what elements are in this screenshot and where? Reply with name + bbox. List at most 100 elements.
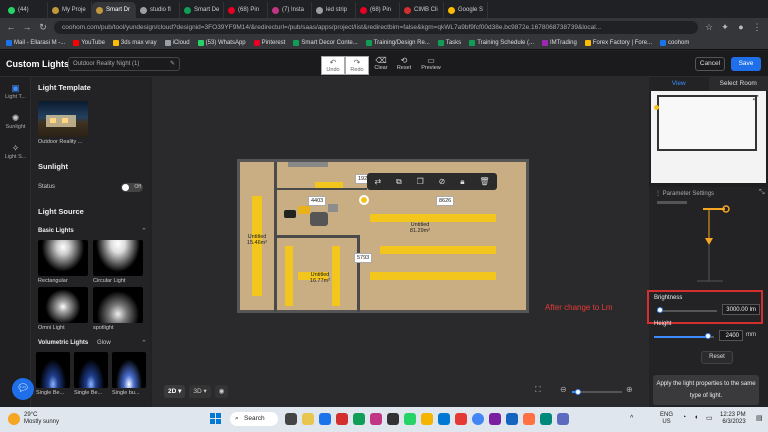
expand-icon[interactable]: ⤢ [753, 95, 759, 103]
whatsapp-icon[interactable] [404, 413, 416, 425]
zoom-in-icon[interactable]: ⊕ [626, 385, 633, 394]
bookmark-item[interactable]: Tasks [437, 39, 461, 46]
dropbox-icon[interactable] [319, 413, 331, 425]
duplicate-icon[interactable]: ❐ [417, 177, 424, 186]
view-2d-button[interactable]: 2D ▾ [164, 385, 186, 398]
browser-tab[interactable]: (7) Insta [268, 2, 312, 18]
taskbar-search[interactable]: ⌕ Search [230, 412, 278, 426]
undo-button[interactable]: ↶ Undo [321, 56, 345, 75]
tab-view[interactable]: View [649, 77, 709, 91]
fit-icon[interactable]: ⛶ [535, 385, 541, 395]
app-icon[interactable] [370, 413, 382, 425]
reload-icon[interactable]: ↻ [38, 22, 48, 33]
bookmark-item[interactable]: YouTube [73, 39, 105, 46]
cancel-button[interactable]: Cancel [695, 57, 725, 71]
bookmark-item[interactable]: Training/Design Re... [365, 39, 430, 46]
collapse-icon[interactable]: ⌃ [141, 227, 147, 235]
app-icon[interactable] [489, 413, 501, 425]
browser-tab[interactable]: led strip [312, 2, 356, 18]
volume-icon[interactable]: ◖ [694, 414, 698, 421]
back-icon[interactable]: ← [6, 22, 16, 32]
profile-icon[interactable]: ● [736, 22, 746, 32]
collapse-icon[interactable]: ⤡ [759, 189, 765, 197]
chrome-icon[interactable] [472, 413, 484, 425]
apply-to-same-type-button[interactable]: Apply the light properties to the same t… [653, 375, 759, 405]
bookmark-item[interactable]: (53) WhatsApp [197, 39, 246, 46]
sunlight-toggle[interactable]: Off [121, 183, 143, 192]
browser-tab[interactable]: Google S [444, 2, 488, 18]
design-canvas[interactable]: Untitled 15.46m² Untitled 81.29m² Untitled… [152, 77, 649, 407]
reset-button[interactable]: ⟲ Reset [392, 56, 416, 71]
app-icon[interactable] [506, 413, 518, 425]
copy-icon[interactable]: ⧉ [396, 177, 402, 187]
app-icon[interactable] [421, 413, 433, 425]
menu-icon[interactable]: ⋮ [752, 22, 762, 33]
light-spotlight[interactable]: spotlight [93, 287, 143, 331]
browser-tab[interactable]: My Proje [48, 2, 92, 18]
iconbar-sunlight[interactable]: ✺ Sunlight [0, 113, 31, 130]
volumetric-item[interactable]: Single bu... [112, 352, 146, 396]
bookmark-item[interactable]: coohom [660, 39, 689, 46]
bookmark-item[interactable]: 3ds max vray [112, 39, 157, 46]
design-name-field[interactable]: Outdoor Reality Night (1) ✎ [68, 57, 180, 71]
edge-icon[interactable] [438, 413, 450, 425]
app-icon[interactable] [557, 413, 569, 425]
weather-icon[interactable] [8, 413, 20, 425]
glow-tab[interactable]: Glow [97, 340, 111, 346]
save-button[interactable]: Save [731, 57, 761, 71]
iconbar-light-template[interactable]: ▣ Light T... [0, 83, 31, 100]
browser-tab[interactable]: Smart De [180, 2, 224, 18]
redo-button[interactable]: ↷ Redo [345, 56, 369, 75]
browser-tab[interactable]: (44) [4, 2, 48, 18]
reset-params-button[interactable]: Reset [701, 351, 733, 364]
swap-icon[interactable]: ⇄ [374, 177, 381, 186]
chat-icon[interactable]: 💬︎ [12, 378, 34, 400]
browser-tab[interactable]: studio fl [136, 2, 180, 18]
bookmark-item[interactable]: Training Schedule (... [469, 39, 534, 46]
start-icon[interactable] [210, 413, 222, 425]
browser-tab[interactable]: Smart Dr [92, 2, 136, 18]
zoom-out-icon[interactable]: ⊖ [560, 385, 567, 394]
zoom-handle[interactable] [575, 389, 581, 395]
forward-icon[interactable]: → [22, 22, 32, 32]
template-card[interactable]: Outdoor Reality ... [38, 101, 88, 145]
minimap[interactable]: ⤢ [651, 91, 766, 183]
app-icon[interactable] [540, 413, 552, 425]
weather-widget[interactable]: 29°C Mostly sunny [24, 412, 59, 426]
delete-icon[interactable]: 🗑︎ [479, 177, 489, 186]
bookmark-item[interactable]: iCloud [164, 39, 190, 46]
edit-icon[interactable]: ✎ [170, 58, 175, 70]
height-input[interactable]: 2400 [719, 330, 743, 341]
url-field[interactable]: coohom.com/pub/tool/yundesign/cloud?desi… [54, 20, 698, 34]
bookmark-item[interactable]: Forex Factory | Fore... [584, 39, 652, 46]
app-icon[interactable] [455, 413, 467, 425]
clock[interactable]: 12:23 PM 6/3/2023 [720, 412, 746, 426]
bookmark-item[interactable]: Smart Decor Conte... [293, 39, 358, 46]
height-handle[interactable] [705, 333, 711, 339]
app-icon[interactable] [353, 413, 365, 425]
wifi-icon[interactable]: ◔ [682, 414, 686, 421]
eye-icon[interactable]: ◉ [214, 385, 229, 398]
preview-button[interactable]: ▭ Preview [419, 56, 443, 71]
extensions-icon[interactable]: ✦ [720, 22, 730, 33]
volumetric-item[interactable]: Single Be... [36, 352, 70, 396]
browser-tab[interactable]: CIMB Cli [400, 2, 444, 18]
view-3d-button[interactable]: 3D ▾ [189, 385, 211, 398]
light-omni[interactable]: Omni Light [38, 287, 88, 331]
language-indicator[interactable]: ENG US [660, 412, 673, 426]
collapse-icon[interactable]: ⌃ [141, 339, 147, 347]
app-icon[interactable] [387, 413, 399, 425]
tray-chevron-icon[interactable]: ^ [630, 415, 633, 422]
iconbar-light-source[interactable]: ✧ Light S... [0, 143, 31, 160]
hide-icon[interactable]: ⊘ [439, 177, 446, 186]
star-icon[interactable]: ☆ [704, 22, 714, 33]
bookmark-item[interactable]: Pinterest [253, 39, 285, 46]
selected-light[interactable] [359, 195, 369, 205]
explorer-icon[interactable] [302, 413, 314, 425]
light-rectangular[interactable]: Rectangular [38, 240, 88, 284]
light-circular[interactable]: Circular Light [93, 240, 143, 284]
taskview-icon[interactable] [285, 413, 297, 425]
app-icon[interactable] [336, 413, 348, 425]
lock-icon[interactable]: 🔒︎ [460, 177, 464, 187]
bookmark-item[interactable]: Mail - Ellarasi M -... [6, 39, 65, 46]
